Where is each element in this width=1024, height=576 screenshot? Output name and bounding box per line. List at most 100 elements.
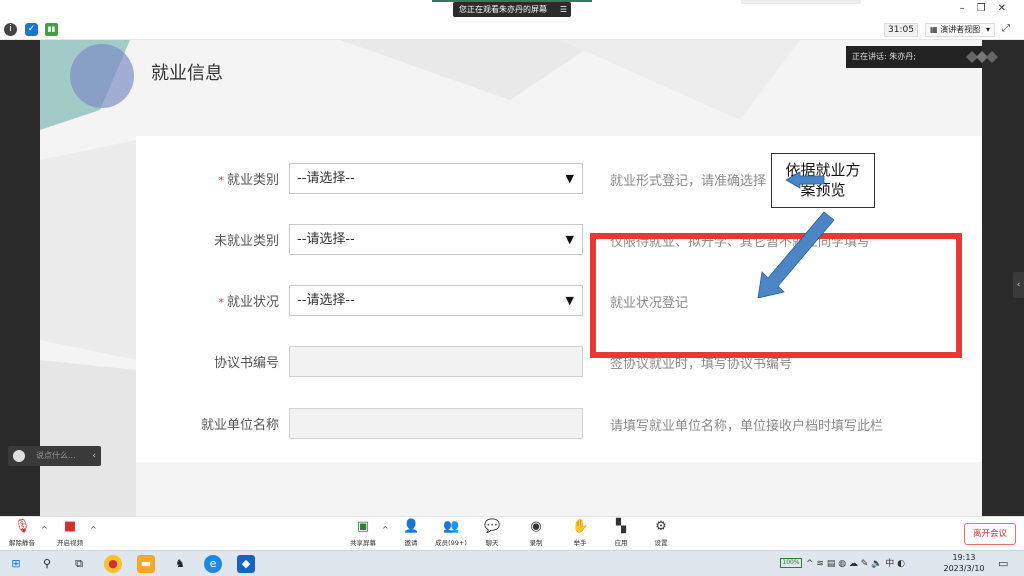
page-title: 就业信息	[151, 63, 223, 84]
fullscreen-icon[interactable]: ⤢	[1002, 23, 1010, 34]
chat-placeholder: 说点什么...	[36, 451, 76, 460]
taskbar-clock[interactable]: 19:13 2023/3/10	[936, 552, 992, 574]
left-panel	[0, 40, 40, 516]
start-video-button[interactable]: ■ 开启视频	[52, 519, 88, 547]
callout-line-2: 案预览	[800, 181, 846, 199]
members-button[interactable]: 👥 成员(99+)	[433, 519, 469, 547]
hand-icon: ✋	[572, 519, 589, 534]
annotation-highlight-box	[590, 233, 962, 358]
shield-icon[interactable]: ◍	[838, 559, 849, 569]
app-root: 您正在观看朱亦丹的屏幕 ☰ –❐✕ i ✓ ▮▮ 31:05 ▦ 演讲者视图 ▾…	[0, 0, 1024, 576]
employer-name-input[interactable]	[289, 408, 583, 439]
dropdown-caret-icon: ▼	[565, 294, 574, 307]
form-label-unemployment-type: 未就业类别	[213, 234, 279, 249]
required-mark: *	[218, 174, 224, 187]
chevron-up-icon[interactable]: ^	[382, 525, 389, 534]
minimize-button[interactable]: –	[960, 3, 977, 14]
meeting-toolbar: 🎙 解除静音 ^ ■ 开启视频 ^ ▣ 共享屏幕 ^ 👤 邀请 👥 成员(99+) 💬 聊天…	[0, 516, 1024, 550]
close-button[interactable]: ✕	[998, 3, 1018, 14]
shared-screen: 就业信息 * 就业类别 --请选择-- ▼ 就业形式登记，请准确选择 未就业类别 -…	[40, 40, 982, 516]
notification-icon[interactable]: ▭	[998, 557, 1008, 570]
agreement-number-input[interactable]	[289, 346, 583, 377]
chevron-up-icon[interactable]: ^	[806, 559, 816, 569]
video-off-icon: ■	[63, 519, 77, 534]
wifi-icon[interactable]: ≋	[816, 559, 826, 569]
mic-muted-icon: 🎙	[14, 519, 31, 534]
raise-hand-button[interactable]: ✋ 举手	[562, 519, 598, 547]
employment-status-select[interactable]: --请选择-- ▼	[289, 285, 583, 316]
leave-meeting-button[interactable]: 离开会议	[964, 523, 1016, 545]
form-label-agreement-number: 协议书编号	[213, 356, 279, 371]
system-tray: ^ ≋ ▤ ◍ ☁ ✎ 🔈 中 ◐	[806, 556, 905, 569]
grid-icon: ▦	[930, 25, 941, 34]
required-mark: *	[218, 296, 224, 309]
windows-taskbar: ⊞ ⚲ ⧉ ● ▬ ♞ e ◆ 100% ^ ≋ ▤ ◍ ☁ ✎ 🔈 中 ◐ 1…	[0, 550, 1024, 576]
chevron-left-icon[interactable]: ‹	[1013, 272, 1024, 298]
collapse-icon[interactable]: ‹	[92, 446, 96, 466]
chevron-up-icon[interactable]: ^	[41, 525, 48, 534]
file-explorer-icon[interactable]: ▬	[137, 555, 155, 573]
invite-button[interactable]: 👤 邀请	[393, 519, 429, 547]
record-button[interactable]: ◉ 录制	[518, 519, 554, 547]
meeting-timer: 31:05	[884, 23, 918, 37]
restore-button[interactable]: ❐	[977, 3, 998, 14]
search-icon[interactable]: ⚲	[38, 555, 56, 573]
speaker-icon[interactable]: 🔈	[871, 559, 885, 569]
unemployment-type-select[interactable]: --请选择-- ▼	[289, 224, 583, 255]
app-tray-icon[interactable]: ◐	[897, 559, 905, 569]
meeting-status-bar: i ✓ ▮▮ 31:05 ▦ 演讲者视图 ▾ ⤢	[0, 20, 1024, 40]
info-icon[interactable]: i	[4, 23, 17, 36]
form-label-employment-type: * 就业类别	[218, 173, 279, 188]
employment-type-select[interactable]: --请选择-- ▼	[289, 163, 583, 194]
record-icon: ◉	[530, 519, 542, 534]
chrome-icon[interactable]: ●	[104, 555, 122, 573]
meeting-app-icon[interactable]: ◆	[237, 555, 255, 573]
view-mode-label: 演讲者视图	[940, 25, 981, 34]
form-label-employment-status: * 就业状况	[218, 295, 279, 310]
edge-icon[interactable]: e	[204, 555, 222, 573]
emoji-icon[interactable]	[13, 450, 25, 462]
members-icon: 👥	[443, 519, 460, 534]
chat-input-pill[interactable]: 说点什么... ‹	[8, 446, 101, 466]
callout-line-1: 依据就业方	[785, 161, 861, 179]
share-screen-button[interactable]: ▣ 共享屏幕	[345, 519, 381, 547]
window-shadow	[741, 0, 861, 4]
add-person-icon: 👤	[403, 519, 420, 534]
pen-icon[interactable]: ✎	[861, 559, 871, 569]
form-label-employer-name: 就业单位名称	[200, 418, 279, 433]
window-title-bar: 您正在观看朱亦丹的屏幕 ☰ –❐✕	[0, 0, 1024, 20]
form-hint-employment-type: 就业形式登记，请准确选择	[610, 174, 767, 189]
battery-indicator[interactable]: 100%	[780, 558, 802, 568]
network-icon[interactable]: ▤	[827, 559, 838, 569]
qq-icon[interactable]: ♞	[171, 555, 189, 573]
signal-icon[interactable]: ▮▮	[45, 23, 58, 36]
share-banner-text: 您正在观看朱亦丹的屏幕	[459, 5, 547, 14]
screen-share-banner[interactable]: 您正在观看朱亦丹的屏幕 ☰	[453, 2, 571, 17]
ime-indicator[interactable]: 中	[885, 559, 894, 569]
windows-start-icon[interactable]: ⊞	[7, 555, 25, 573]
shield-icon[interactable]: ✓	[25, 23, 38, 36]
task-view-icon[interactable]: ⧉	[70, 555, 88, 573]
gear-icon: ⚙	[655, 519, 667, 534]
apps-icon: ▚	[616, 519, 626, 534]
speaker-indicator: 正在讲话: 朱亦丹;	[846, 46, 982, 68]
cloud-icon[interactable]: ☁	[849, 559, 861, 569]
dropdown-caret-icon: ▼	[565, 233, 574, 246]
annotation-callout: 依据就业方 案预览	[771, 153, 875, 208]
apps-button[interactable]: ▚ 应用	[603, 519, 639, 547]
chat-button[interactable]: 💬 聊天	[474, 519, 510, 547]
chat-icon: 💬	[484, 519, 501, 534]
chevron-up-icon[interactable]: ^	[90, 525, 97, 534]
form-hint-employer-name: 请填写就业单位名称，单位接收户档时填写此栏	[610, 419, 884, 434]
clock-date: 2023/3/10	[943, 564, 985, 573]
dropdown-caret-icon: ▼	[565, 172, 574, 185]
chevron-down-icon: ▾	[985, 25, 990, 34]
meeting-logo-icon	[966, 51, 998, 63]
share-screen-icon: ▣	[356, 519, 370, 534]
view-mode-dropdown[interactable]: ▦ 演讲者视图 ▾	[925, 23, 995, 37]
menu-icon[interactable]: ☰	[560, 2, 567, 17]
clock-time: 19:13	[952, 553, 976, 562]
unmute-button[interactable]: 🎙 解除静音	[4, 519, 40, 547]
window-controls: –❐✕	[960, 3, 1018, 14]
settings-button[interactable]: ⚙ 设置	[643, 519, 679, 547]
